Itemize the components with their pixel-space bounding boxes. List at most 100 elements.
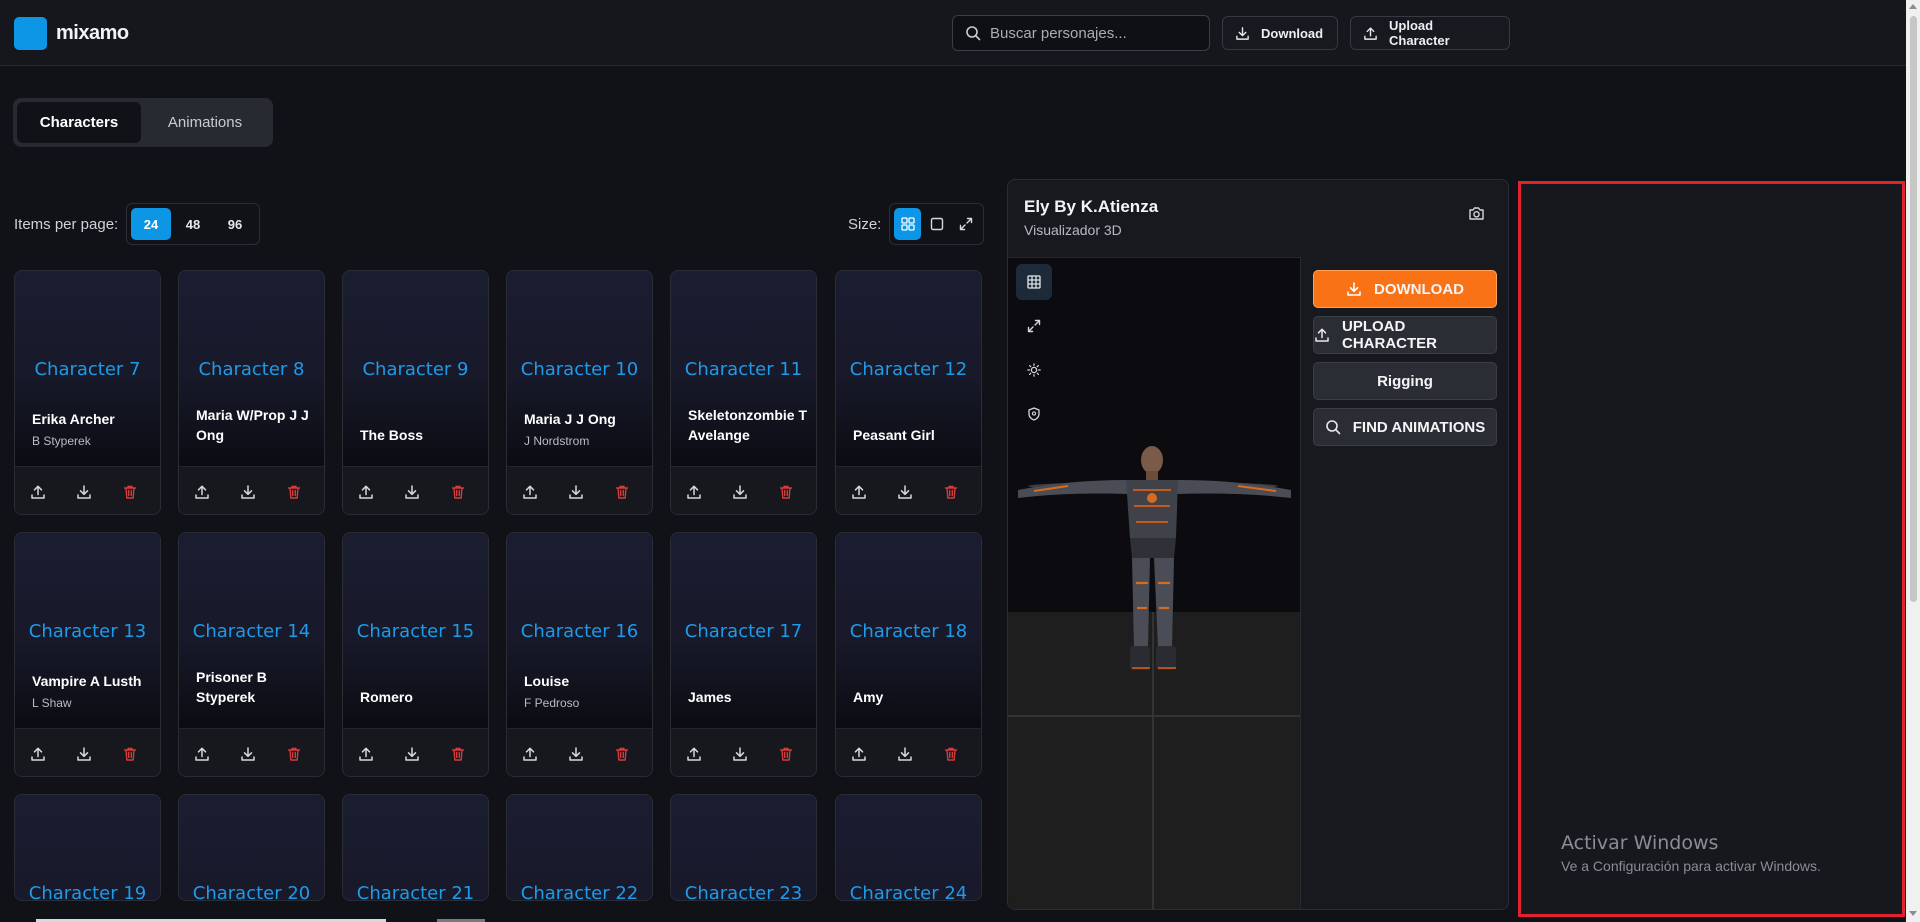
upload-character-action[interactable]: [671, 477, 717, 507]
character-title: Character 24: [849, 883, 968, 901]
character-card[interactable]: Character 8 Maria W/Prop J J Ong: [178, 270, 325, 515]
size-expand-button[interactable]: [952, 208, 979, 240]
upload-icon: [686, 746, 702, 762]
upload-character-action[interactable]: [15, 477, 61, 507]
tab-bar: Characters Animations: [13, 98, 273, 147]
upload-character-button[interactable]: Upload Character: [1350, 16, 1510, 50]
delete-character-action[interactable]: [107, 739, 153, 769]
3d-canvas[interactable]: [1008, 257, 1301, 909]
tab-animations[interactable]: Animations: [141, 102, 269, 143]
viewer-download-button[interactable]: DOWNLOAD: [1313, 270, 1497, 308]
viewer-download-label: DOWNLOAD: [1374, 280, 1464, 298]
viewer-upload-button[interactable]: UPLOAD CHARACTER: [1313, 316, 1497, 354]
items-per-page-96[interactable]: 96: [215, 208, 255, 240]
find-animations-label: FIND ANIMATIONS: [1352, 418, 1486, 436]
tab-characters[interactable]: Characters: [17, 102, 141, 143]
upload-character-action[interactable]: [15, 739, 61, 769]
delete-character-action[interactable]: [928, 477, 974, 507]
delete-character-action[interactable]: [763, 477, 809, 507]
download-character-action[interactable]: [225, 477, 271, 507]
delete-character-action[interactable]: [271, 739, 317, 769]
app-logo[interactable]: mixamo: [14, 17, 129, 50]
skeleton-toggle-button[interactable]: [1016, 396, 1052, 432]
delete-character-action[interactable]: [107, 477, 153, 507]
delete-character-action[interactable]: [763, 739, 809, 769]
upload-icon: [358, 746, 374, 762]
download-character-action[interactable]: [717, 477, 763, 507]
character-name: Amy: [853, 689, 884, 705]
character-card[interactable]: Character 17 James: [670, 532, 817, 777]
size-single-button[interactable]: [923, 208, 950, 240]
character-card[interactable]: Character 10 Maria J J Ong J Nordstrom: [506, 270, 653, 515]
find-animations-button[interactable]: FIND ANIMATIONS: [1313, 408, 1497, 446]
viewer-panel: Ely By K.Atienza Visualizador 3D DOWNLOA…: [1007, 179, 1509, 910]
upload-character-action[interactable]: [179, 477, 225, 507]
scroll-up-arrow[interactable]: [1909, 4, 1917, 9]
download-character-action[interactable]: [553, 477, 599, 507]
delete-character-action[interactable]: [435, 739, 481, 769]
delete-character-action[interactable]: [928, 739, 974, 769]
upload-icon: [194, 484, 210, 500]
trash-icon: [943, 746, 959, 762]
delete-character-action[interactable]: [271, 477, 317, 507]
upload-character-action[interactable]: [507, 739, 553, 769]
vertical-scrollbar[interactable]: [1906, 0, 1920, 922]
character-card[interactable]: Character 13 Vampire A Lusth L Shaw: [14, 532, 161, 777]
upload-character-action[interactable]: [343, 739, 389, 769]
character-card[interactable]: Character 15 Romero: [342, 532, 489, 777]
download-character-action[interactable]: [717, 739, 763, 769]
character-thumbnail: Character 11 Skeletonzombie T Avelange: [671, 271, 816, 466]
items-per-page-24[interactable]: 24: [131, 208, 171, 240]
character-card[interactable]: Character 12 Peasant Girl: [835, 270, 982, 515]
character-card[interactable]: Character 24: [835, 794, 982, 901]
upload-character-action[interactable]: [179, 739, 225, 769]
character-card[interactable]: Character 7 Erika Archer B Styperek: [14, 270, 161, 515]
character-card[interactable]: Character 9 The Boss: [342, 270, 489, 515]
character-card[interactable]: Character 22: [506, 794, 653, 901]
items-per-page-48[interactable]: 48: [173, 208, 213, 240]
download-character-action[interactable]: [389, 739, 435, 769]
download-character-action[interactable]: [61, 477, 107, 507]
character-card[interactable]: Character 20: [178, 794, 325, 901]
delete-character-action[interactable]: [435, 477, 481, 507]
character-name: James: [688, 689, 732, 705]
upload-character-action[interactable]: [507, 477, 553, 507]
windows-activation-notice: Activar Windows Ve a Configuración para …: [1561, 832, 1821, 874]
size-grid-button[interactable]: [894, 208, 921, 240]
character-card[interactable]: Character 21: [342, 794, 489, 901]
grid-toggle-button[interactable]: [1016, 264, 1052, 300]
download-character-action[interactable]: [389, 477, 435, 507]
items-per-page-label: Items per page:: [14, 216, 119, 233]
download-character-action[interactable]: [882, 477, 928, 507]
download-icon: [568, 484, 584, 500]
fullscreen-button[interactable]: [1016, 308, 1052, 344]
rigging-button[interactable]: Rigging: [1313, 362, 1497, 400]
character-card[interactable]: Character 16 Louise F Pedroso: [506, 532, 653, 777]
character-name: Skeletonzombie T Avelange: [688, 407, 808, 443]
lighting-button[interactable]: [1016, 352, 1052, 388]
delete-character-action[interactable]: [599, 739, 645, 769]
download-character-action[interactable]: [225, 739, 271, 769]
character-title: Character 20: [192, 883, 311, 901]
download-character-action[interactable]: [61, 739, 107, 769]
character-title: Character 11: [684, 359, 803, 380]
upload-character-action[interactable]: [836, 477, 882, 507]
download-button[interactable]: Download: [1222, 16, 1338, 50]
character-card[interactable]: Character 18 Amy: [835, 532, 982, 777]
screenshot-button[interactable]: [1468, 206, 1485, 221]
character-card[interactable]: Character 23: [670, 794, 817, 901]
upload-character-action[interactable]: [343, 477, 389, 507]
scroll-down-arrow[interactable]: [1909, 911, 1917, 916]
upload-character-action[interactable]: [836, 739, 882, 769]
download-character-action[interactable]: [882, 739, 928, 769]
upload-character-action[interactable]: [671, 739, 717, 769]
scroll-thumb[interactable]: [1910, 16, 1917, 602]
sun-icon: [1027, 363, 1041, 377]
delete-character-action[interactable]: [599, 477, 645, 507]
character-card[interactable]: Character 14 Prisoner B Styperek: [178, 532, 325, 777]
search-box[interactable]: [952, 15, 1210, 51]
character-card[interactable]: Character 19: [14, 794, 161, 901]
search-input[interactable]: [990, 24, 1200, 42]
character-card[interactable]: Character 11 Skeletonzombie T Avelange: [670, 270, 817, 515]
download-character-action[interactable]: [553, 739, 599, 769]
